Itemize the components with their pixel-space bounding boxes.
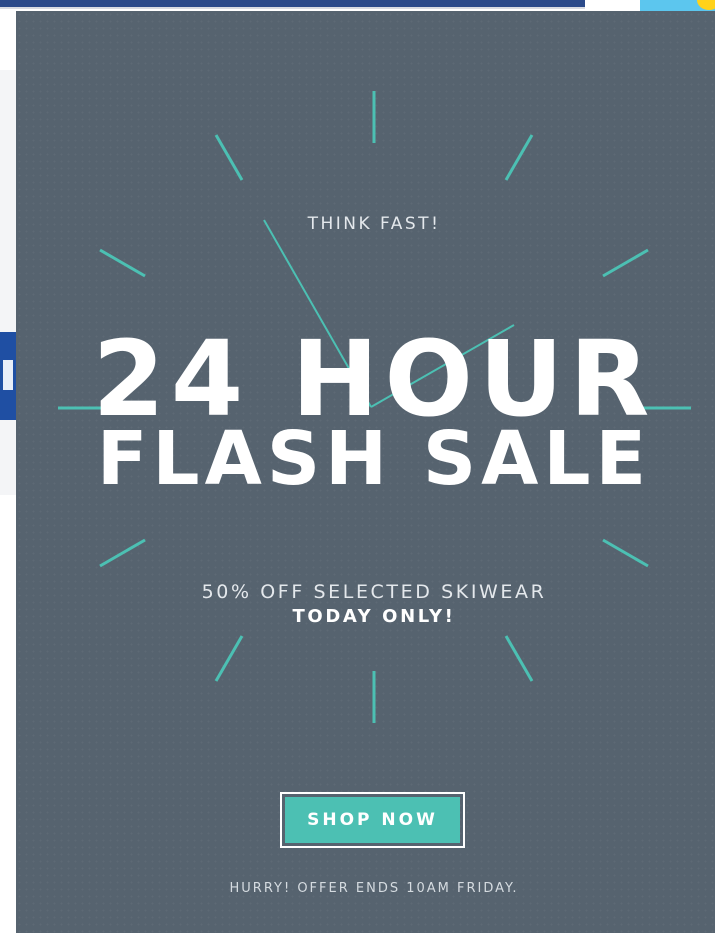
clock-tick-8 bbox=[99, 538, 146, 568]
background-badge bbox=[640, 0, 715, 11]
background-left-blue-mark bbox=[3, 360, 13, 390]
eyebrow-text: THINK FAST! bbox=[307, 214, 441, 234]
background-header-bar bbox=[0, 0, 585, 7]
clock-tick-10 bbox=[99, 248, 146, 278]
background-header-edge bbox=[0, 7, 585, 9]
offer-deadline-text: HURRY! OFFER ENDS 10AM FRIDAY. bbox=[229, 881, 519, 896]
clock-tick-2 bbox=[602, 248, 649, 278]
shop-now-button[interactable]: SHOP NOW bbox=[280, 792, 465, 848]
offer-text: 50% OFF SELECTED SKIWEAR bbox=[201, 581, 547, 603]
clock-tick-7 bbox=[214, 635, 244, 682]
background-badge-dot bbox=[697, 0, 715, 10]
background-left-panel bbox=[0, 70, 16, 495]
page-stage: THINK FAST! 24 HOUR FLASH SALE 50% OFF S… bbox=[0, 0, 715, 933]
clock-tick-1 bbox=[504, 134, 534, 181]
headline-line-2: FLASH SALE bbox=[96, 416, 652, 502]
clock-tick-11 bbox=[214, 134, 244, 181]
shop-now-button-label: SHOP NOW bbox=[285, 797, 460, 843]
offer-emphasis-text: TODAY ONLY! bbox=[292, 606, 456, 627]
clock-tick-4 bbox=[602, 538, 649, 568]
clock-tick-5 bbox=[504, 635, 534, 682]
flash-sale-modal: THINK FAST! 24 HOUR FLASH SALE 50% OFF S… bbox=[16, 11, 715, 933]
